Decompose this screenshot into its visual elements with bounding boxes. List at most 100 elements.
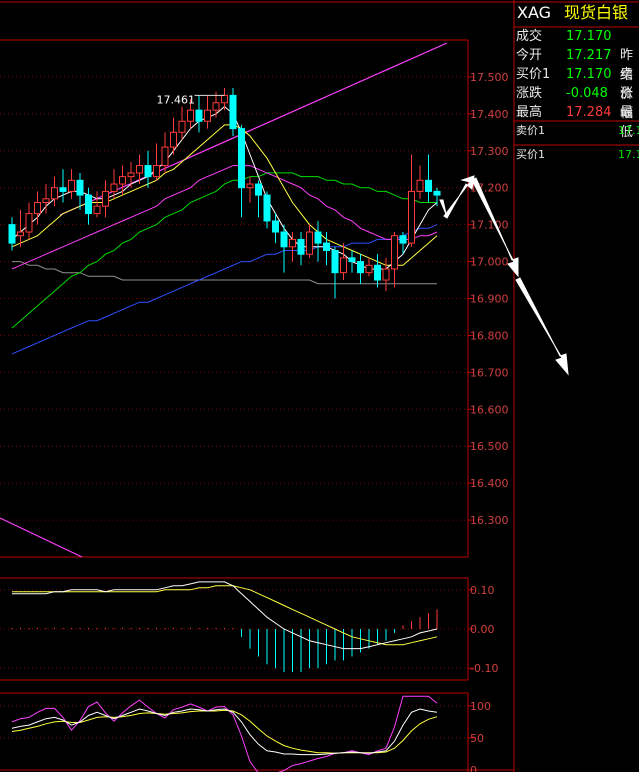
candle (433, 187, 441, 207)
candle (178, 106, 186, 140)
candle-body (34, 201, 41, 215)
candle-body (365, 264, 373, 274)
candle-body (399, 235, 407, 244)
candle (51, 176, 58, 207)
candle-body (8, 224, 16, 244)
candle-body (374, 264, 381, 281)
candle (17, 209, 24, 247)
candle-body (382, 268, 390, 281)
candle-body (195, 109, 203, 122)
candle (331, 246, 339, 299)
y-tick-label: 17.500 (470, 71, 509, 84)
candle (280, 224, 288, 273)
candle (365, 257, 373, 277)
trend-line (59, 42, 448, 216)
quote-label: 涨跌 (516, 86, 543, 101)
candle (153, 143, 160, 181)
candle-body (306, 231, 313, 255)
candle (68, 169, 75, 199)
quote-label: 买价1 (516, 67, 551, 82)
candle (255, 180, 262, 218)
candle-body (42, 198, 50, 203)
candle-body (297, 238, 305, 255)
depth-value: 17.1 (618, 124, 639, 137)
depth-label: 买价1 (516, 148, 545, 161)
candle-body (229, 94, 237, 130)
quote-value: 17.170 (566, 67, 612, 82)
candle (238, 124, 245, 218)
y-tick-label: 50 (470, 732, 484, 745)
candle (391, 232, 398, 288)
y-tick-label: 0 (470, 764, 477, 772)
main-price-chart: 17.50017.40017.30017.20017.10017.00016.9… (0, 42, 509, 558)
y-tick-label: 16.800 (470, 329, 509, 342)
ma40-line (11, 172, 437, 329)
y-tick-label: 16.900 (470, 293, 509, 306)
quote-label: 成交 (516, 29, 543, 44)
candle-body (263, 194, 271, 222)
candle-body (144, 165, 152, 178)
candle-body (323, 242, 330, 251)
y-tick-label: 0.00 (470, 623, 495, 636)
candle (382, 257, 390, 292)
candle-body (51, 187, 58, 200)
candle-body (391, 235, 398, 270)
quote-value: 17.217 (566, 48, 612, 63)
depth-row: 卖价1 17.1 (514, 122, 639, 140)
candle (93, 191, 101, 218)
candle (263, 191, 271, 229)
candle (102, 180, 109, 218)
y-tick-label: 0.10 (470, 584, 495, 597)
candle-body (136, 165, 143, 174)
y-tick-label: 17.100 (470, 219, 509, 232)
macd-chart: 0.10 0.00 -0.10 (0, 581, 498, 675)
candle (170, 117, 177, 155)
candle-body (357, 261, 364, 274)
symbol-header: XAG 现货白银 (514, 0, 639, 26)
candle (425, 154, 432, 203)
candle-body (93, 205, 101, 215)
quote-value: 17.284 (566, 105, 612, 120)
candle (76, 172, 84, 210)
candle-body (289, 238, 296, 248)
candle (204, 95, 211, 129)
candle-body (433, 190, 441, 196)
macd-dea-line (12, 585, 438, 646)
kdj-k-line (11, 708, 438, 756)
quote-row: 成交 17.170 (514, 27, 639, 47)
arrow-up (443, 175, 475, 219)
quote-label: 最高 (516, 105, 543, 120)
candle-body (221, 94, 228, 104)
candle-body (255, 183, 262, 196)
kdj-j-line (11, 695, 438, 772)
depth-label: 卖价1 (516, 124, 545, 137)
candle-body (280, 231, 288, 248)
y-tick-label: 16.700 (470, 366, 509, 379)
candle-body (127, 172, 135, 178)
symbol-code: XAG (517, 3, 552, 22)
candle-body (340, 257, 347, 274)
candle-body (25, 213, 33, 233)
candle-body (17, 231, 24, 237)
candle-body (212, 102, 220, 111)
candle-body (68, 179, 75, 192)
candle (297, 232, 305, 266)
y-tick-label: 16.400 (470, 477, 509, 490)
candle (221, 88, 228, 111)
candle-body (416, 179, 424, 192)
depth-value: 17.1 (618, 148, 639, 161)
y-tick-label: 17.300 (470, 145, 509, 158)
instrument-name: 现货白银 (564, 3, 629, 22)
candle (229, 88, 237, 137)
candle (306, 224, 313, 258)
quote-value: -0.048 (566, 86, 608, 101)
high-label: 17.461 (157, 93, 196, 106)
candle-body (272, 220, 279, 233)
y-tick-label: -0.10 (470, 662, 498, 675)
candle-body (246, 183, 254, 189)
ma120-line (12, 261, 437, 285)
candle-body (204, 109, 211, 122)
candle (416, 165, 424, 199)
candle-body (102, 190, 109, 207)
candle (144, 150, 152, 188)
